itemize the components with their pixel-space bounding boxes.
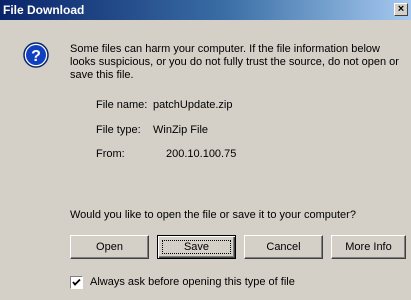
file-type-value: WinZip File [153,124,209,136]
from-value: 200.10.100.75 [166,148,237,160]
question-icon: ? [23,42,49,68]
always-ask-checkbox[interactable] [70,276,83,289]
question-text: Would you like to open the file or save … [70,209,356,221]
file-type-label: File type: [96,124,141,136]
open-button[interactable]: Open [70,235,149,259]
file-name-value: patchUpdate.zip [153,99,233,111]
cancel-button[interactable]: Cancel [244,235,323,259]
dialog-title: File Download [3,3,85,17]
title-bar[interactable]: File Download × [0,0,411,20]
svg-text:?: ? [31,48,41,65]
file-name-label: File name: [96,99,148,111]
more-info-button[interactable]: More Info [331,235,406,259]
focus-rect [162,240,231,254]
checkmark-icon [72,278,81,286]
close-icon: × [397,3,405,15]
always-ask-label[interactable]: Always ask before opening this type of f… [90,276,295,288]
file-download-dialog: File Download × ? Some files can harm yo… [0,0,411,300]
warning-message: Some files can harm your computer. If th… [70,43,399,81]
close-button[interactable]: × [394,3,408,16]
save-button[interactable]: Save [157,235,236,259]
from-label: From: [96,148,125,160]
